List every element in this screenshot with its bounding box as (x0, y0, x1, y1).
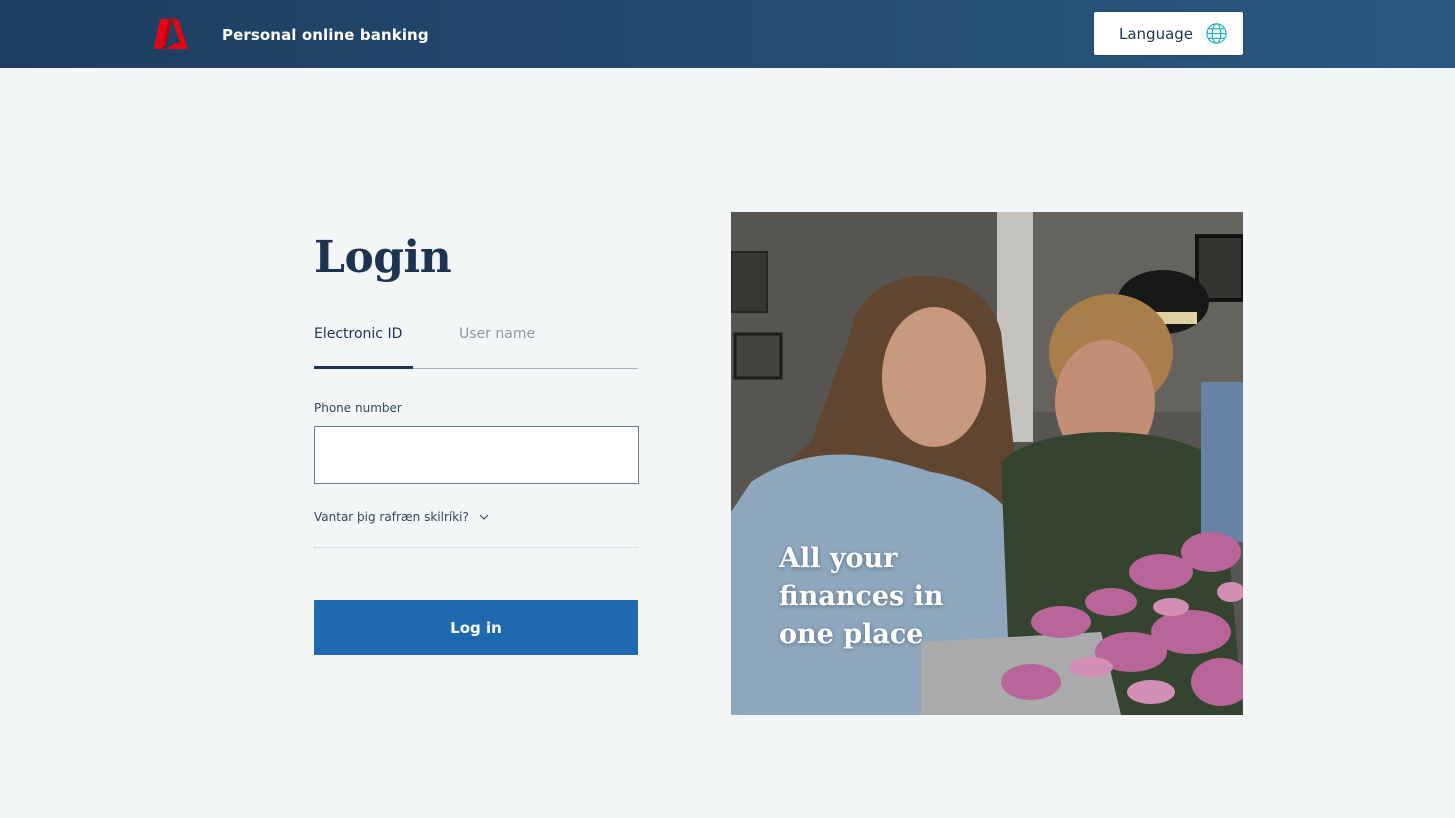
phone-number-input[interactable] (314, 426, 639, 484)
top-bar: Personal online banking Language (0, 0, 1455, 68)
eid-help-toggle[interactable]: Vantar þig rafræn skilríki? (314, 509, 489, 524)
divider (314, 547, 638, 548)
log-in-button[interactable]: Log in (314, 600, 638, 655)
tab-electronic-id[interactable]: Electronic ID (314, 326, 402, 342)
globe-icon (1206, 23, 1227, 44)
chevron-down-icon (479, 509, 489, 523)
language-button[interactable]: Language (1094, 12, 1243, 55)
login-tabs: Electronic ID User name (314, 320, 638, 369)
language-label: Language (1119, 25, 1194, 43)
bank-logo[interactable] (154, 19, 188, 49)
phone-number-label: Phone number (314, 401, 402, 415)
active-tab-indicator (314, 366, 413, 369)
tab-user-name[interactable]: User name (459, 326, 535, 342)
hero-image: All your finances in one place (731, 212, 1243, 715)
login-title: Login (314, 232, 452, 283)
hero-tagline: All your finances in one place (779, 543, 944, 650)
site-title: Personal online banking (222, 26, 429, 44)
eid-help-text: Vantar þig rafræn skilríki? (314, 510, 469, 524)
